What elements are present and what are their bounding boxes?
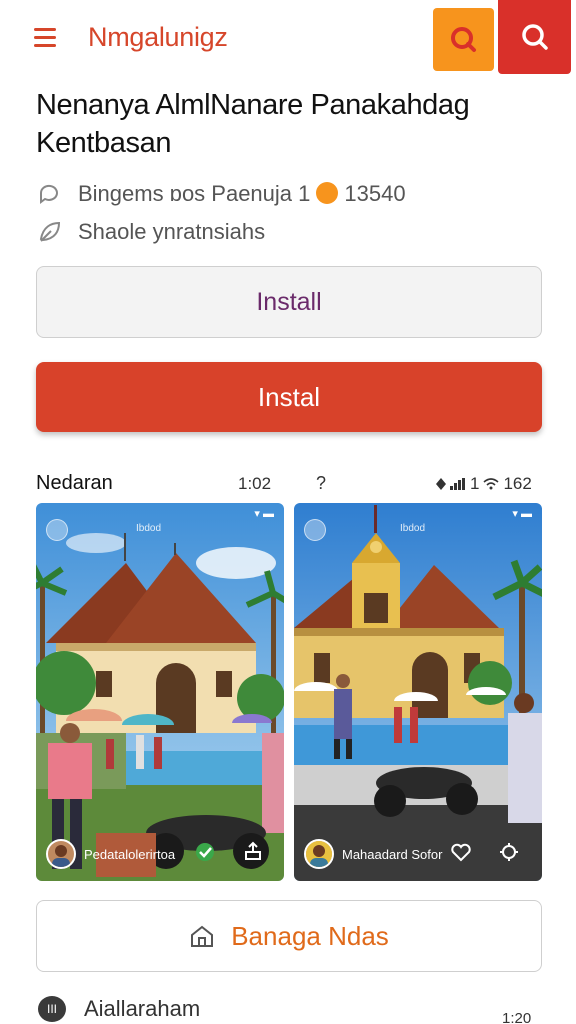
footer-row: III Aiallaraham: [38, 996, 200, 1022]
search-button[interactable]: [498, 0, 571, 74]
footer-label: Aiallaraham: [84, 996, 201, 1021]
rating-badge-icon: [316, 182, 339, 204]
photo-credit-name: Mahaadard Sofor: [342, 846, 443, 862]
photo-tag: Ibdod: [136, 523, 162, 534]
search-button-alt[interactable]: [433, 8, 494, 71]
heart-icon[interactable]: [450, 841, 472, 863]
status-bar: 1 162: [436, 474, 532, 494]
gallery-time: 1:02: [238, 474, 272, 493]
home-icon: [191, 925, 214, 947]
leaf-check-icon[interactable]: [194, 841, 216, 863]
photo-status-icons: ▾ ▬: [254, 508, 274, 520]
secondary-button[interactable]: Banaga Ndas: [36, 900, 542, 972]
meta-reviews-text: Bingems ɒos Paenuja 1: [78, 181, 311, 206]
photo-credit: Pedatalolerirtoa: [46, 839, 175, 869]
share-icon[interactable]: [242, 841, 264, 863]
status-time: 162: [503, 474, 532, 493]
gallery-label: Nedaran: [36, 472, 113, 494]
secondary-button-label: Banaga Ndas: [231, 920, 389, 951]
select-circle-icon[interactable]: [304, 519, 326, 541]
location-icon: [436, 478, 446, 490]
status-number: 1: [470, 474, 480, 493]
photo-tag: Ibdod: [400, 523, 426, 534]
leaf-icon: [36, 218, 64, 246]
page-title: Nenanya AlmlNanare Panakahdag Kentbasan: [36, 89, 470, 159]
search-icon: [450, 26, 476, 52]
gallery-question: ?: [316, 473, 327, 493]
temple-photo-1: [36, 503, 284, 881]
select-circle-icon[interactable]: [46, 519, 68, 541]
photo-status-icons: ▾ ▬: [512, 508, 532, 520]
signal-icon: [450, 478, 465, 490]
menu-icon[interactable]: [34, 28, 56, 48]
photo-credit: Mahaadard Sofor: [304, 839, 442, 869]
app-badge-icon: III: [38, 996, 66, 1022]
meta-row-share: Shaole ynratnsiahs: [36, 218, 265, 246]
app-bar: Nmgalunigz: [0, 0, 576, 80]
search-icon: [521, 24, 548, 50]
chat-icon: [36, 180, 64, 208]
meta-count: 13540: [344, 181, 406, 206]
gallery-screenshot-2[interactable]: Ibdod ▾ ▬ Mahaadard Sofor: [294, 503, 542, 881]
meta-row-reviews: Bingems ɒos Paenuja 1 13540: [36, 180, 406, 208]
footer-time: 1:20: [502, 1010, 532, 1024]
photo-credit-name: Pedatalolerirtoa: [84, 846, 176, 862]
gallery-screenshot-1[interactable]: Ibdod ▾ ▬ Pedatalolerirtoa: [36, 503, 284, 881]
meta-share-text: Shaole ynratnsiahs: [78, 219, 266, 244]
wifi-icon: [483, 478, 499, 490]
avatar: [46, 839, 76, 869]
avatar: [304, 839, 334, 869]
temple-photo-2: [294, 503, 542, 881]
share-icon[interactable]: [498, 841, 520, 863]
app-title: Nmgalunigz: [88, 22, 228, 52]
install-outline-button[interactable]: Install: [36, 266, 542, 338]
install-button[interactable]: Instal: [36, 362, 542, 432]
